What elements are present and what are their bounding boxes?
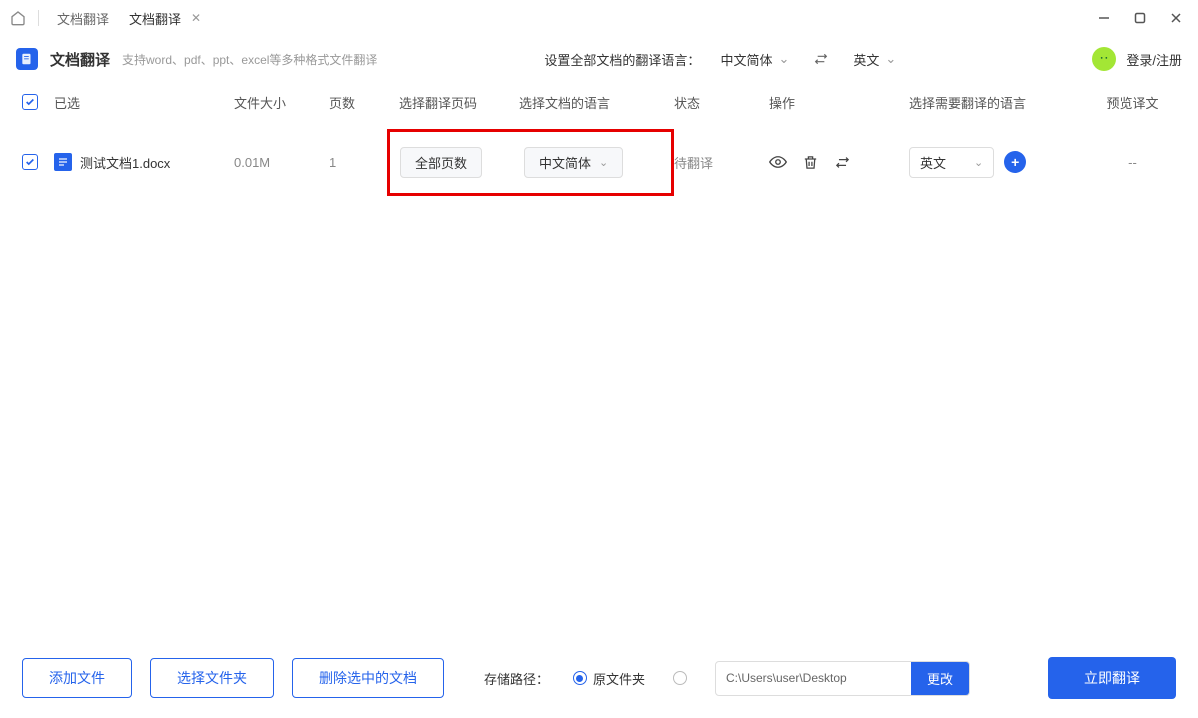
app-icon: [16, 48, 38, 70]
doc-language-value: 中文简体: [539, 153, 591, 172]
radio-original-label: 原文件夹: [593, 669, 645, 688]
row-target-language-value: 英文: [920, 153, 946, 172]
select-folder-button[interactable]: 选择文件夹: [150, 658, 274, 698]
breadcrumb[interactable]: 文档翻译: [49, 9, 117, 28]
target-language-select[interactable]: 英文 ⌄: [845, 50, 925, 69]
maximize-icon[interactable]: [1126, 4, 1154, 32]
table-header: 已选 文件大小 页数 选择翻译页码 选择文档的语言 状态 操作 选择需要翻译的语…: [0, 82, 1198, 122]
header-preview: 预览译文: [1089, 93, 1176, 112]
header-ops: 操作: [769, 93, 909, 112]
preview-value: --: [1089, 155, 1176, 170]
trash-icon[interactable]: [801, 153, 819, 171]
source-language-select[interactable]: 中文简体 ⌄: [712, 50, 797, 69]
header-sel-pages: 选择翻译页码: [399, 93, 519, 112]
set-all-label: 设置全部文档的翻译语言：: [544, 50, 700, 69]
highlighted-controls: 全部页数 中文简体 ⌄: [387, 129, 674, 196]
page-range-label: 全部页数: [415, 153, 467, 172]
translate-now-button[interactable]: 立即翻译: [1048, 657, 1176, 699]
table-row: 测试文档1.docx 0.01M 1 全部页数 中文简体 ⌄ 待翻译 英文 ⌄: [0, 122, 1198, 202]
chevron-down-icon: ⌄: [599, 156, 608, 169]
page-subtitle: 支持word、pdf、ppt、excel等多种格式文件翻译: [122, 51, 377, 68]
close-icon[interactable]: ✕: [189, 11, 203, 25]
swap-icon[interactable]: [809, 47, 833, 71]
delete-selected-button[interactable]: 删除选中的文档: [292, 658, 444, 698]
chevron-down-icon: ⌄: [974, 156, 983, 169]
header-selected: 已选: [54, 93, 234, 112]
add-file-button[interactable]: 添加文件: [22, 658, 132, 698]
file-size: 0.01M: [234, 155, 329, 170]
avatar[interactable]: [1092, 47, 1116, 71]
path-input[interactable]: [716, 664, 911, 692]
divider: [38, 10, 39, 26]
eye-icon[interactable]: [769, 153, 787, 171]
login-link[interactable]: 登录/注册: [1126, 50, 1182, 69]
row-target-language-select[interactable]: 英文 ⌄: [909, 147, 994, 178]
row-checkbox[interactable]: [22, 154, 38, 170]
tab-active[interactable]: 文档翻译 ✕: [117, 3, 215, 34]
target-language-value: 英文: [853, 50, 879, 69]
select-all-checkbox[interactable]: [22, 94, 38, 110]
chevron-down-icon: ⌄: [885, 51, 896, 67]
source-language-value: 中文简体: [720, 50, 772, 69]
radio-original-folder[interactable]: 原文件夹: [573, 669, 645, 688]
home-icon[interactable]: [8, 8, 28, 28]
add-language-button[interactable]: +: [1004, 151, 1026, 173]
status-text: 待翻译: [674, 153, 769, 172]
storage-path-label: 存储路径：: [484, 669, 549, 688]
doc-language-select[interactable]: 中文简体 ⌄: [524, 147, 623, 178]
swap-horizontal-icon[interactable]: [833, 153, 851, 171]
page-range-button[interactable]: 全部页数: [400, 147, 482, 178]
page-title: 文档翻译: [50, 49, 110, 70]
filename: 测试文档1.docx: [80, 153, 170, 172]
header-filesize: 文件大小: [234, 93, 329, 112]
tab-label: 文档翻译: [129, 9, 181, 28]
path-input-group: 更改: [715, 661, 970, 696]
header-status: 状态: [674, 93, 769, 112]
header-tgt-lang: 选择需要翻译的语言: [909, 93, 1089, 112]
chevron-down-icon: ⌄: [778, 51, 789, 67]
radio-custom-path[interactable]: [673, 671, 687, 685]
header-sel-lang: 选择文档的语言: [519, 93, 674, 112]
header-pages: 页数: [329, 93, 399, 112]
window-close-icon[interactable]: [1162, 4, 1190, 32]
document-icon: [54, 153, 72, 171]
change-path-button[interactable]: 更改: [911, 662, 969, 695]
minimize-icon[interactable]: [1090, 4, 1118, 32]
